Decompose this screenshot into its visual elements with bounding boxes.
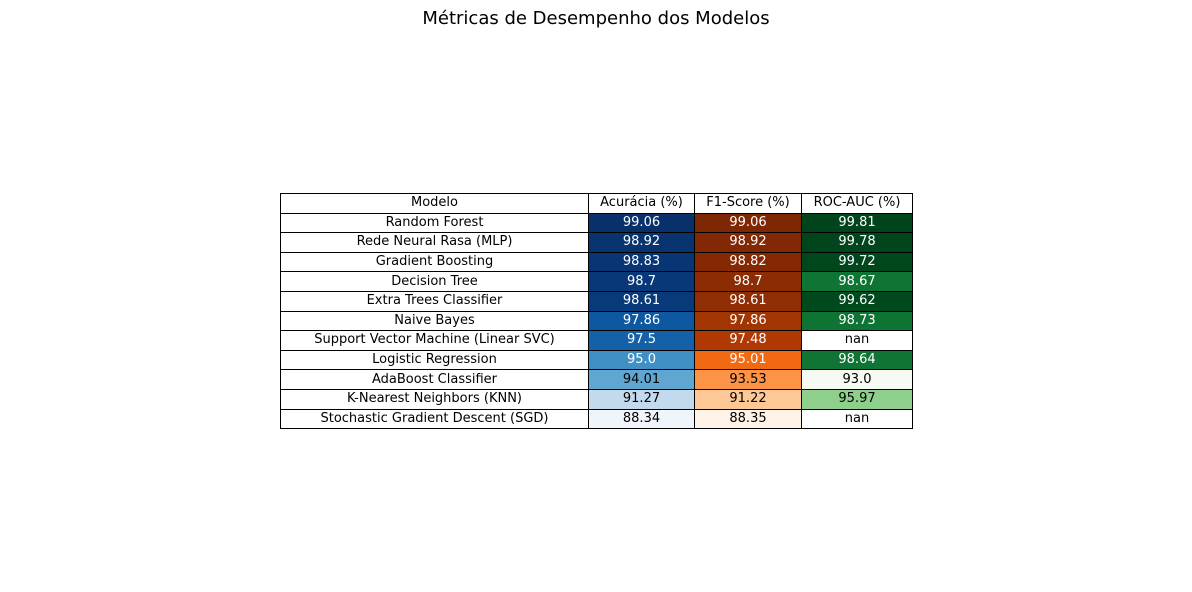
table-row: Decision Tree 98.7 98.7 98.67 xyxy=(280,271,913,292)
table-cell-acuracia: 97.86 xyxy=(588,310,695,332)
table-cell-f1-score: 98.7 xyxy=(694,271,802,292)
table-cell-model: Random Forest xyxy=(280,212,589,234)
header-cell-acuracia: Acurácia (%) xyxy=(588,193,695,214)
table-cell-roc-auc: 99.72 xyxy=(801,251,913,273)
table-cell-f1-score: 98.61 xyxy=(694,290,802,312)
table-row: AdaBoost Classifier 94.01 93.53 93.0 xyxy=(280,369,913,390)
table-cell-roc-auc: nan xyxy=(801,330,913,351)
table-cell-model: Extra Trees Classifier xyxy=(280,290,589,312)
table-cell-roc-auc: nan xyxy=(801,408,913,430)
table-cell-f1-score: 97.86 xyxy=(694,310,802,332)
header-cell-modelo: Modelo xyxy=(280,193,589,214)
table-row: Gradient Boosting 98.83 98.82 99.72 xyxy=(280,251,913,273)
table-cell-acuracia: 94.01 xyxy=(588,369,695,390)
table-cell-roc-auc: 99.78 xyxy=(801,232,913,253)
table-cell-model: Decision Tree xyxy=(280,271,589,292)
table-cell-acuracia: 98.7 xyxy=(588,271,695,292)
table-cell-roc-auc: 98.73 xyxy=(801,310,913,332)
table-cell-f1-score: 97.48 xyxy=(694,330,802,351)
table-cell-model: Gradient Boosting xyxy=(280,251,589,273)
table-row: Support Vector Machine (Linear SVC) 97.5 9… xyxy=(280,330,913,351)
table-cell-acuracia: 98.83 xyxy=(588,251,695,273)
header-cell-f1-score: F1-Score (%) xyxy=(694,193,802,214)
table-cell-f1-score: 93.53 xyxy=(694,369,802,390)
table-cell-model: Naive Bayes xyxy=(280,310,589,332)
table-cell-f1-score: 99.06 xyxy=(694,212,802,234)
table-cell-model: K-Nearest Neighbors (KNN) xyxy=(280,388,589,410)
header-cell-roc-auc: ROC-AUC (%) xyxy=(801,193,913,214)
table-cell-acuracia: 97.5 xyxy=(588,330,695,351)
table-cell-f1-score: 98.92 xyxy=(694,232,802,253)
table-cell-acuracia: 99.06 xyxy=(588,212,695,234)
table-cell-roc-auc: 98.67 xyxy=(801,271,913,292)
table-row: Logistic Regression 95.0 95.01 98.64 xyxy=(280,349,913,371)
table-cell-f1-score: 88.35 xyxy=(694,408,802,430)
table-cell-acuracia: 98.92 xyxy=(588,232,695,253)
table-cell-roc-auc: 99.62 xyxy=(801,290,913,312)
table-cell-f1-score: 95.01 xyxy=(694,349,802,371)
table-cell-model: Support Vector Machine (Linear SVC) xyxy=(280,330,589,351)
metrics-table: Modelo Acurácia (%) F1-Score (%) ROC-AUC… xyxy=(280,193,913,430)
table-cell-model: AdaBoost Classifier xyxy=(280,369,589,390)
table-row: Stochastic Gradient Descent (SGD) 88.34 88… xyxy=(280,408,913,430)
table-row: K-Nearest Neighbors (KNN) 91.27 91.22 95.97 xyxy=(280,388,913,410)
table-row: Random Forest 99.06 99.06 99.81 xyxy=(280,212,913,234)
table-cell-model: Stochastic Gradient Descent (SGD) xyxy=(280,408,589,430)
table-row: Naive Bayes 97.86 97.86 98.73 xyxy=(280,310,913,332)
table-cell-acuracia: 98.61 xyxy=(588,290,695,312)
table-cell-roc-auc: 93.0 xyxy=(801,369,913,390)
table-cell-acuracia: 88.34 xyxy=(588,408,695,430)
table-cell-roc-auc: 98.64 xyxy=(801,349,913,371)
table-cell-roc-auc: 95.97 xyxy=(801,388,913,410)
table-header-row: Modelo Acurácia (%) F1-Score (%) ROC-AUC… xyxy=(280,193,913,214)
table-cell-f1-score: 98.82 xyxy=(694,251,802,273)
page-title: Métricas de Desempenho dos Modelos xyxy=(422,8,770,29)
table-cell-acuracia: 91.27 xyxy=(588,388,695,410)
table-cell-roc-auc: 99.81 xyxy=(801,212,913,234)
table-row: Rede Neural Rasa (MLP) 98.92 98.92 99.78 xyxy=(280,232,913,253)
table-cell-f1-score: 91.22 xyxy=(694,388,802,410)
table-cell-acuracia: 95.0 xyxy=(588,349,695,371)
table-cell-model: Logistic Regression xyxy=(280,349,589,371)
table-cell-model: Rede Neural Rasa (MLP) xyxy=(280,232,589,253)
table-body: Random Forest 99.06 99.06 99.81 Rede Neural … xyxy=(280,212,913,430)
table-row: Extra Trees Classifier 98.61 98.61 99.62 xyxy=(280,290,913,312)
